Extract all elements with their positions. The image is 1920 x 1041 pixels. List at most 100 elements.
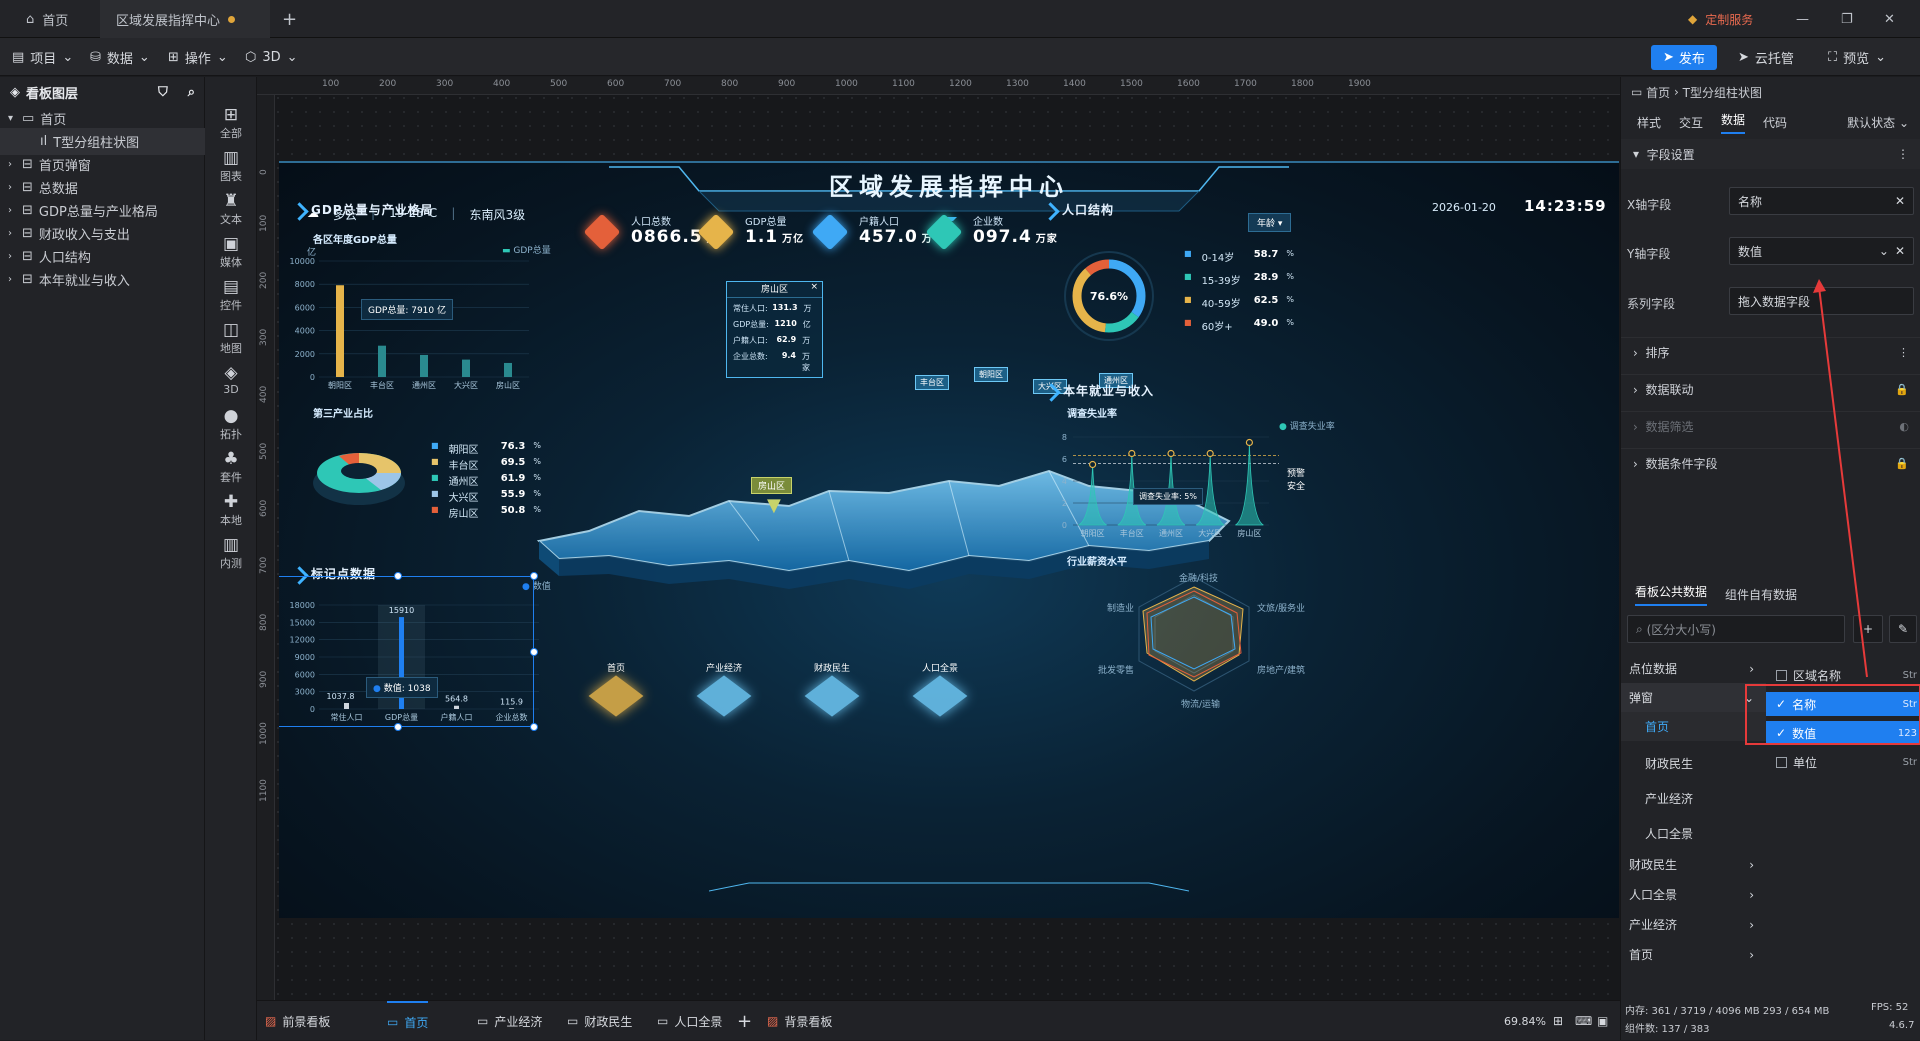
keyboard-icon[interactable]: ⌨: [1575, 1001, 1592, 1041]
nav-pedestal-label[interactable]: 首页: [591, 661, 641, 674]
tab-interaction[interactable]: 交互: [1679, 114, 1703, 131]
data-menu[interactable]: ⛁ 数据 ⌄: [90, 38, 150, 76]
page-tab[interactable]: ▭ 产业经济: [477, 1001, 542, 1041]
data-source-item[interactable]: 产业经济: [1621, 784, 1766, 813]
bar[interactable]: [336, 285, 344, 377]
data-source-item[interactable]: 点位数据 ›: [1621, 654, 1766, 683]
area-spike[interactable]: [1078, 464, 1107, 526]
population-dropdown[interactable]: 年龄 ▾: [1248, 213, 1292, 232]
operate-menu[interactable]: ⊞ 操作 ⌄: [168, 38, 228, 76]
foreground-board-tab[interactable]: ▨ 前景看板: [265, 1001, 330, 1041]
resize-handle[interactable]: [394, 723, 402, 731]
minimize-button[interactable]: —: [1780, 0, 1825, 38]
nav-pedestal-label[interactable]: 财政民生: [807, 661, 857, 674]
custom-service-button[interactable]: ◆ 定制服务: [1672, 0, 1769, 38]
background-board-tab[interactable]: ▨ 背景看板: [767, 1001, 832, 1041]
add-data-button[interactable]: +: [1853, 615, 1883, 643]
chevron-right-icon[interactable]: ›: [8, 274, 16, 285]
section-header[interactable]: › 数据筛选 ◐: [1621, 411, 1920, 441]
cloud-host-button[interactable]: ➤ 云托管: [1738, 38, 1794, 76]
project-menu[interactable]: ▤ 项目 ⌄: [12, 38, 73, 76]
category-map[interactable]: ◫ 地图: [205, 320, 257, 356]
category-topology[interactable]: ● 拓扑: [205, 406, 257, 442]
data-source-item[interactable]: 人口全景: [1621, 819, 1766, 848]
category-media[interactable]: ▣ 媒体: [205, 234, 257, 270]
map-label-chaoyang[interactable]: 朝阳区: [974, 367, 1008, 382]
category-control[interactable]: ▤ 控件: [205, 277, 257, 313]
salary-radar-chart[interactable]: [1119, 569, 1269, 699]
fit-screen-icon[interactable]: ⊞: [1553, 1001, 1563, 1041]
data-source-item[interactable]: 产业经济 ›: [1621, 910, 1766, 939]
data-search-input[interactable]: ⌕ (区分大小写): [1627, 615, 1845, 643]
gdp-bar-chart[interactable]: 0 2000 4000 6000 8000 10000 朝阳区 丰台区 通州区 大兴区 房山区: [289, 251, 549, 401]
category-suite[interactable]: ♣ 套件: [205, 449, 257, 485]
tab-code[interactable]: 代码: [1763, 114, 1787, 131]
tab-public-data[interactable]: 看板公共数据: [1635, 583, 1708, 606]
terminal-icon[interactable]: ▣: [1597, 1001, 1608, 1041]
tab-home[interactable]: ⌂ 首页: [10, 0, 84, 38]
selection-box[interactable]: [279, 576, 534, 727]
nav-pedestal-icon[interactable]: [804, 675, 860, 717]
data-source-item[interactable]: 财政民生 ›: [1621, 850, 1766, 879]
checkbox-icon[interactable]: [1776, 669, 1787, 681]
data-source-item[interactable]: 首页 ›: [1621, 940, 1766, 969]
data-source-item[interactable]: 人口全景 ›: [1621, 880, 1766, 909]
page-tab[interactable]: ▭ 首页: [387, 1001, 429, 1041]
population-ring-chart[interactable]: 76.6%: [1059, 246, 1159, 346]
y-field-input[interactable]: 数值 ⌄ ✕: [1729, 237, 1914, 265]
bar[interactable]: [462, 359, 470, 377]
nav-pedestal-label[interactable]: 产业经济: [699, 661, 749, 674]
add-page-button[interactable]: +: [737, 1001, 752, 1041]
3d-menu[interactable]: ⬡ 3D ⌄: [245, 38, 298, 76]
chevron-right-icon[interactable]: ›: [8, 159, 16, 170]
restore-button[interactable]: ❐: [1825, 0, 1869, 38]
chevron-down-icon[interactable]: ▾: [8, 113, 16, 124]
resize-handle[interactable]: [530, 723, 538, 731]
chevron-right-icon[interactable]: ›: [8, 251, 16, 262]
tab-own-data[interactable]: 组件自有数据: [1725, 586, 1797, 603]
nav-pedestal-icon[interactable]: [912, 675, 968, 717]
data-field-item[interactable]: 单位 Str: [1766, 750, 1920, 774]
page-tab[interactable]: ▭ 人口全景: [657, 1001, 722, 1041]
unemployment-area-chart[interactable]: 0 2 4 6 8 朝阳区 丰台区 通州区 大兴区 房山区: [1049, 429, 1309, 544]
x-field-input[interactable]: 名称 ✕: [1729, 187, 1914, 215]
bar[interactable]: [378, 345, 386, 377]
zoom-level[interactable]: 69.84%: [1504, 1001, 1546, 1041]
layer-item[interactable]: › ⊟ 本年就业与收入: [0, 266, 205, 293]
map-label-fengtai[interactable]: 丰台区: [915, 375, 949, 390]
map-label-fangshan[interactable]: 房山区: [751, 477, 793, 494]
chevron-right-icon[interactable]: ›: [8, 228, 16, 239]
category-chart[interactable]: ▥ 图表: [205, 148, 257, 184]
bar[interactable]: [420, 354, 428, 377]
chevron-right-icon[interactable]: ›: [8, 182, 16, 193]
tab-dashboard[interactable]: 区域发展指挥中心: [100, 0, 270, 38]
tab-data[interactable]: 数据: [1721, 111, 1746, 134]
series-field-input[interactable]: 拖入数据字段: [1729, 287, 1914, 315]
search-icon[interactable]: ⌕: [188, 85, 195, 100]
nav-pedestal-icon[interactable]: [588, 675, 644, 717]
category-3d[interactable]: ◈ 3D: [205, 363, 257, 396]
preview-button[interactable]: ⛶ 预览 ⌄: [1828, 38, 1886, 76]
edit-icon[interactable]: ✎: [1889, 615, 1917, 643]
category-beta[interactable]: ▥ 内测: [205, 535, 257, 571]
close-icon[interactable]: ×: [810, 282, 818, 292]
section-header[interactable]: › 数据联动 🔒: [1621, 374, 1920, 404]
nav-pedestal-label[interactable]: 人口全景: [915, 661, 965, 674]
new-tab-button[interactable]: +: [266, 0, 313, 38]
section-header[interactable]: › 数据条件字段 🔒: [1621, 448, 1920, 478]
area-spike[interactable]: [1235, 442, 1264, 526]
resize-handle[interactable]: [530, 648, 538, 656]
category-all[interactable]: ⊞ 全部: [205, 105, 257, 141]
resize-handle[interactable]: [394, 572, 402, 580]
state-select[interactable]: 默认状态 ⌄: [1847, 114, 1909, 131]
close-button[interactable]: ✕: [1868, 0, 1911, 38]
chevron-right-icon[interactable]: ›: [8, 205, 16, 216]
category-text[interactable]: ♜ 文本: [205, 191, 257, 227]
field-settings-header[interactable]: ▾ 字段设置 ⋮: [1621, 139, 1920, 169]
section-header[interactable]: › 排序 ⋮: [1621, 337, 1920, 367]
filter-icon[interactable]: ⛉: [158, 85, 168, 100]
data-source-item[interactable]: 财政民生: [1621, 749, 1766, 778]
nav-pedestal-icon[interactable]: [696, 675, 752, 717]
bar[interactable]: [504, 362, 512, 377]
checkbox-icon[interactable]: [1776, 756, 1787, 768]
